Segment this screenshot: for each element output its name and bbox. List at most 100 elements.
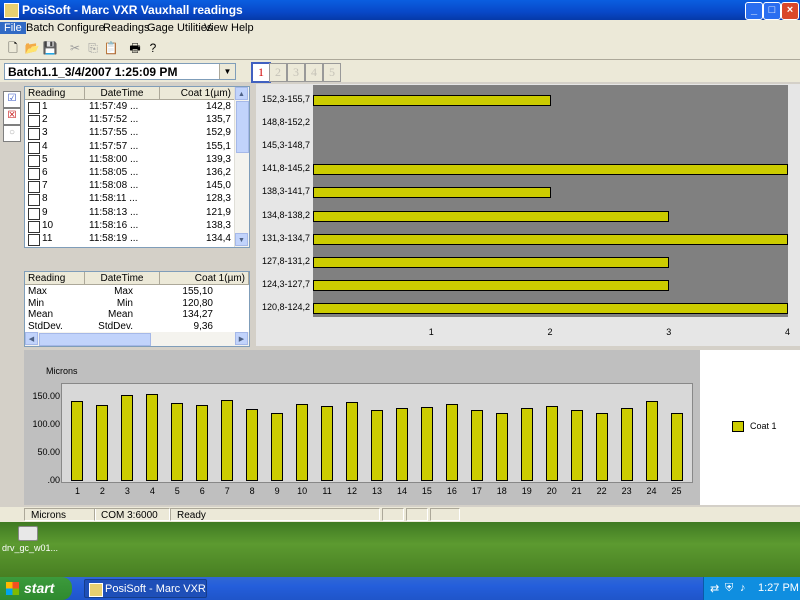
system-tray: ⇄ ⛨ ♪ 1:27 PM <box>703 577 800 600</box>
readings-scrollbar[interactable]: ▲ ▼ <box>234 87 249 247</box>
reading-checkbox[interactable] <box>28 128 40 141</box>
help-icon[interactable]: ? <box>145 40 161 56</box>
channel-1-button[interactable]: 1 <box>251 62 271 83</box>
reading-checkbox[interactable] <box>28 234 40 246</box>
reading-time: 11:58:08 ... <box>89 180 139 192</box>
reading-time: 11:57:57 ... <box>89 140 139 152</box>
start-label: start <box>24 580 55 596</box>
toolbar: 🗋 📂 💾 ✂ ⎘ 📋 🖶 ? <box>0 37 800 60</box>
new-icon[interactable]: 🗋 <box>5 40 21 56</box>
taskbar-posisoft-button[interactable]: PosiSoft - Marc VXR V... <box>84 579 207 598</box>
histogram-bar <box>313 302 788 314</box>
chevron-down-icon[interactable]: ▼ <box>219 64 235 79</box>
drive-icon[interactable] <box>18 526 38 541</box>
select-all-icon[interactable]: ☑ <box>3 91 21 108</box>
delete-reading-icon[interactable]: ☒ <box>3 108 21 125</box>
minimize-button[interactable]: _ <box>745 2 763 20</box>
stats-hscrollbar[interactable]: ◀ ▶ <box>25 332 249 346</box>
desktop-icon-label[interactable]: drv_gc_w01... <box>2 543 58 553</box>
paste-icon[interactable]: 📋 <box>103 40 119 56</box>
channel-2-button[interactable]: 2 <box>269 63 287 82</box>
close-button[interactable]: × <box>781 2 799 20</box>
security-icon[interactable]: ⛨ <box>725 582 733 595</box>
reading-checkbox[interactable] <box>28 181 40 194</box>
histogram-bar <box>313 279 670 291</box>
scroll-down-icon[interactable]: ▼ <box>235 233 248 246</box>
reading-bar <box>121 395 134 481</box>
volume-icon[interactable]: ♪ <box>740 582 746 594</box>
channel-4-button[interactable]: 4 <box>305 63 323 82</box>
channel-3-button[interactable]: 3 <box>287 63 305 82</box>
reading-bar <box>620 407 633 481</box>
hscroll-thumb[interactable] <box>39 333 151 346</box>
histogram-bar <box>313 164 788 176</box>
stat-value: 155,10 <box>182 286 213 297</box>
reading-bar <box>645 400 658 481</box>
reading-checkbox[interactable] <box>28 194 40 207</box>
reading-time: 11:58:00 ... <box>89 153 139 165</box>
histogram-bar <box>313 233 788 245</box>
refresh-icon[interactable]: ○ <box>3 125 21 142</box>
reading-bar <box>670 413 683 481</box>
x-tick-label: 1 <box>74 486 80 496</box>
clock[interactable]: 1:27 PM <box>758 582 799 594</box>
status-unit: Microns <box>24 508 96 521</box>
title-bar: PosiSoft - Marc VXR Vauxhall readings _ … <box>0 0 800 20</box>
x-tick-label: 2 <box>99 486 105 496</box>
stat-label: Max <box>28 286 47 297</box>
x-tick-label: 24 <box>646 486 657 496</box>
col-header-datetime[interactable]: DateTime <box>85 87 160 100</box>
reading-checkbox[interactable] <box>28 168 40 180</box>
x-tick-label: 7 <box>224 486 230 496</box>
x-tick-label: 4 <box>149 486 155 496</box>
network-icon[interactable]: ⇄ <box>710 582 719 595</box>
scroll-up-icon[interactable]: ▲ <box>235 87 248 100</box>
histogram-x-tick: 2 <box>547 327 553 337</box>
histogram-bar <box>313 210 670 222</box>
reading-value: 138,3 <box>205 219 231 231</box>
reading-bar <box>146 394 159 481</box>
scroll-left-icon[interactable]: ◀ <box>25 332 38 345</box>
save-icon[interactable]: 💾 <box>42 40 58 56</box>
reading-value: 128,3 <box>205 193 231 205</box>
menu-help[interactable]: Help <box>227 22 258 34</box>
reading-checkbox[interactable] <box>28 102 40 114</box>
batch-select[interactable]: Batch1.1_3/4/2007 1:25:09 PM ▼ <box>4 63 236 80</box>
y-tick-label: 150.00 <box>32 391 60 401</box>
start-button[interactable]: start <box>0 577 72 600</box>
reading-checkbox[interactable] <box>28 141 40 154</box>
histogram-x-tick: 1 <box>428 327 434 337</box>
col-header-reading[interactable]: Reading <box>25 87 85 100</box>
reading-bar <box>570 410 583 481</box>
reading-bar <box>71 401 84 481</box>
reading-checkbox[interactable] <box>28 115 40 128</box>
scroll-thumb[interactable] <box>236 101 249 153</box>
channel-5-button[interactable]: 5 <box>323 63 341 82</box>
reading-checkbox[interactable] <box>28 220 40 233</box>
maximize-button[interactable]: □ <box>763 2 781 20</box>
reading-value: 136,2 <box>205 167 231 178</box>
y-tick-label: 50.00 <box>37 447 60 457</box>
x-tick-label: 19 <box>521 486 532 496</box>
copy-icon[interactable]: ⎘ <box>85 40 101 56</box>
x-tick-label: 5 <box>174 486 180 496</box>
histogram-bar <box>313 187 551 199</box>
col-header-coat[interactable]: Coat 1(µm) <box>160 87 235 100</box>
reading-bar <box>545 405 558 481</box>
reading-checkbox[interactable] <box>28 207 40 220</box>
reading-checkbox[interactable] <box>28 154 40 167</box>
reading-bar <box>595 413 608 481</box>
reading-time: 11:58:13 ... <box>89 206 139 218</box>
stats-header-datetime: DateTime <box>85 272 160 285</box>
legend-label: Coat 1 <box>750 421 777 431</box>
reading-value: 145,0 <box>205 180 231 192</box>
chart-ylabel: Microns <box>46 366 78 376</box>
reading-value: 121,9 <box>205 206 231 218</box>
print-icon[interactable]: 🖶 <box>127 40 143 56</box>
cut-icon[interactable]: ✂ <box>67 40 83 56</box>
x-tick-label: 11 <box>322 486 332 496</box>
stat-label-2: Mean <box>107 309 133 320</box>
open-icon[interactable]: 📂 <box>24 40 40 56</box>
y-tick-label: 100.00 <box>32 419 60 429</box>
scroll-right-icon[interactable]: ▶ <box>235 332 248 345</box>
